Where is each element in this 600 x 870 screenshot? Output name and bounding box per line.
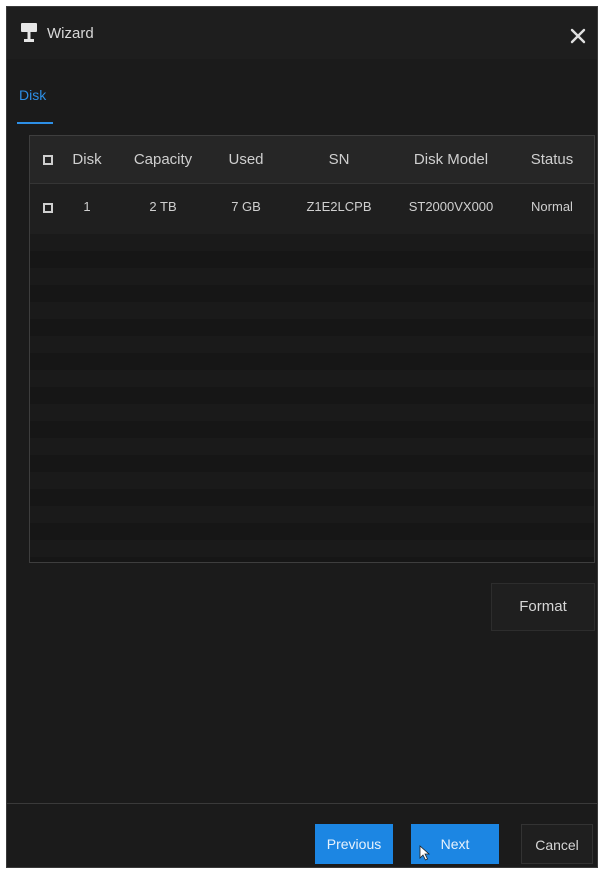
- table-header: Disk Capacity Used SN Disk Model Status: [30, 136, 594, 184]
- format-button[interactable]: Format: [491, 583, 595, 631]
- column-header-status: Status: [530, 151, 574, 168]
- cell-disk-model: ST2000VX000: [408, 199, 494, 214]
- close-icon[interactable]: [567, 25, 589, 47]
- cell-disk: 1: [83, 199, 91, 214]
- cancel-button[interactable]: Cancel: [521, 824, 593, 864]
- table-row[interactable]: 1 2 TB 7 GB Z1E2LCPB ST2000VX000 Normal: [30, 184, 594, 234]
- column-header-disk-model: Disk Model: [413, 151, 489, 168]
- mouse-pointer-icon: [419, 845, 431, 861]
- row-checkbox[interactable]: [43, 202, 53, 213]
- wizard-dialog: Wizard Disk Disk Capacity Used SN Disk M…: [6, 6, 598, 868]
- cell-capacity: 2 TB: [149, 199, 177, 214]
- select-all-cell: [36, 136, 60, 184]
- previous-button[interactable]: Previous: [315, 824, 393, 864]
- camera-icon: [21, 23, 37, 42]
- tab-bar: Disk: [7, 79, 597, 131]
- footer-divider: [7, 803, 597, 804]
- disk-table: Disk Capacity Used SN Disk Model Status …: [29, 135, 595, 563]
- tab-disk[interactable]: Disk: [17, 87, 48, 103]
- cell-sn: Z1E2LCPB: [306, 199, 372, 214]
- column-header-used: Used: [228, 151, 264, 168]
- column-header-sn: SN: [328, 151, 350, 168]
- table-empty-area: [30, 234, 594, 562]
- active-tab-indicator: [17, 122, 53, 124]
- cell-status: Normal: [531, 199, 573, 214]
- column-header-capacity: Capacity: [133, 151, 193, 168]
- title-bar: Wizard: [7, 7, 597, 59]
- select-all-checkbox[interactable]: [43, 155, 53, 166]
- column-header-disk: Disk: [72, 151, 102, 168]
- cell-used: 7 GB: [231, 199, 261, 214]
- dialog-title: Wizard: [47, 25, 94, 42]
- row-select-cell: [36, 184, 60, 234]
